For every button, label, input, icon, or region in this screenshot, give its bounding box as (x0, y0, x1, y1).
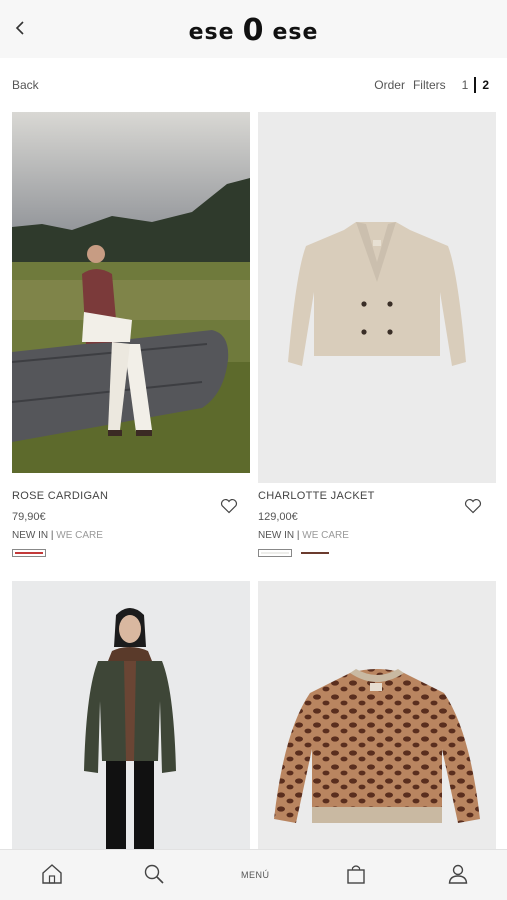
back-link[interactable]: Back (12, 78, 39, 92)
swatch-fill (301, 552, 329, 554)
logo-mid: 0 (242, 13, 265, 48)
product-price: 129,00€ (258, 511, 298, 523)
product-card[interactable] (12, 581, 250, 849)
product-image[interactable] (12, 112, 250, 473)
product-card[interactable]: ROSE CARDIGAN 79,90€ NEW IN | WE CARE (12, 112, 250, 562)
swatch-fill (261, 552, 289, 554)
bag-icon[interactable] (344, 862, 368, 886)
product-name[interactable]: ROSE CARDIGAN (12, 490, 108, 502)
color-swatch-ivory[interactable] (258, 549, 292, 557)
order-button[interactable]: Order (374, 78, 405, 92)
logo-right: ese (272, 20, 319, 45)
toolbar-actions: Order Filters 1 2 (374, 77, 489, 93)
heart-icon[interactable] (220, 498, 238, 514)
color-swatch-brown[interactable] (298, 549, 332, 557)
product-name[interactable]: CHARLOTTE JACKET (258, 490, 375, 502)
we-care-tag: WE CARE (302, 530, 349, 541)
search-icon[interactable] (142, 862, 166, 886)
user-icon[interactable] (446, 862, 470, 886)
product-price: 79,90€ (12, 511, 46, 523)
grid-option-divider (474, 77, 477, 93)
we-care-tag: WE CARE (56, 530, 103, 541)
brand-logo[interactable]: ese 0 ese (0, 12, 507, 48)
color-swatch-red[interactable] (12, 549, 46, 557)
product-tags: NEW IN | WE CARE (12, 530, 103, 541)
color-swatches (12, 549, 46, 557)
logo-left: ese (188, 20, 235, 45)
grid-2-column-option[interactable]: 2 (482, 78, 489, 92)
heart-icon[interactable] (464, 498, 482, 514)
new-in-tag: NEW IN (258, 530, 295, 541)
color-swatches (258, 549, 332, 557)
grid-1-column-option[interactable]: 1 (462, 78, 469, 92)
app-header: ese 0 ese (0, 0, 507, 58)
product-card[interactable]: CHARLOTTE JACKET 129,00€ NEW IN | WE CAR… (258, 112, 496, 562)
bottom-navigation: MENÚ (0, 849, 507, 900)
menu-button[interactable]: MENÚ (241, 870, 270, 880)
swatch-fill (15, 552, 43, 554)
new-in-tag: NEW IN (12, 530, 49, 541)
product-image[interactable] (12, 581, 250, 849)
product-image[interactable] (258, 581, 496, 849)
home-icon[interactable] (40, 862, 64, 886)
listing-toolbar: Back Order Filters 1 2 (0, 58, 507, 110)
product-card[interactable] (258, 581, 496, 849)
product-tags: NEW IN | WE CARE (258, 530, 349, 541)
product-image[interactable] (258, 112, 496, 483)
filters-button[interactable]: Filters (413, 78, 446, 92)
